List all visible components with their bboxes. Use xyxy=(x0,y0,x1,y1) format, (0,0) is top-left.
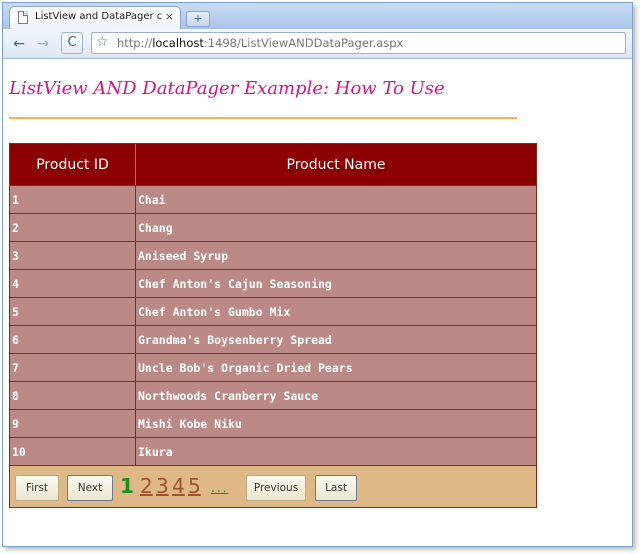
product-name-cell: Mishi Kobe Niku xyxy=(138,416,242,431)
more-pages-link[interactable]: ... xyxy=(211,481,228,495)
product-id-cell: 9 xyxy=(10,410,136,437)
product-id-cell: 2 xyxy=(10,214,136,241)
header-product-id: Product ID xyxy=(10,144,136,185)
product-id-cell: 1 xyxy=(10,186,136,213)
page-icon xyxy=(18,11,28,24)
product-listview: Product ID Product Name 1 Chai 2 Chang 3… xyxy=(9,143,537,508)
browser-window: ListView and DataPager co... × + ← → C ☆… xyxy=(2,2,633,547)
table-row: 10 Ikura xyxy=(10,437,536,465)
product-name-cell: Chai xyxy=(138,192,166,207)
product-name-cell: Northwoods Cranberry Sauce xyxy=(138,388,319,403)
table-row: 5 Chef Anton's Gumbo Mix xyxy=(10,297,536,325)
page-title: ListView AND DataPager Example: How To U… xyxy=(9,78,445,99)
product-id-cell: 4 xyxy=(10,270,136,297)
table-row: 4 Chef Anton's Cajun Seasoning xyxy=(10,269,536,297)
header-product-name: Product Name xyxy=(286,156,386,173)
page-link-3[interactable]: 3 xyxy=(156,474,169,498)
back-arrow-icon[interactable]: ← xyxy=(9,34,29,54)
url-text[interactable]: http://localhost:1498/ListViewANDDataPag… xyxy=(117,36,403,50)
star-icon[interactable]: ☆ xyxy=(96,34,109,50)
page-link-4[interactable]: 4 xyxy=(172,474,185,498)
next-page-button[interactable]: Next xyxy=(67,475,113,501)
url-scheme: http:// xyxy=(117,36,153,50)
table-row: 9 Mishi Kobe Niku xyxy=(10,409,536,437)
product-name-cell: Grandma's Boysenberry Spread xyxy=(138,332,332,347)
product-name-cell: Chang xyxy=(138,220,173,235)
page-link-2[interactable]: 2 xyxy=(140,474,153,498)
product-name-cell: Chef Anton's Gumbo Mix xyxy=(138,304,291,319)
current-page-number: 1 xyxy=(120,474,134,498)
table-row: 2 Chang xyxy=(10,213,536,241)
table-header: Product ID Product Name xyxy=(10,144,536,185)
product-id-cell: 7 xyxy=(10,354,136,381)
first-page-button[interactable]: First xyxy=(15,475,59,501)
product-id-cell: 6 xyxy=(10,326,136,353)
product-id-cell: 3 xyxy=(10,242,136,269)
product-name-cell: Uncle Bob's Organic Dried Pears xyxy=(138,360,353,375)
title-divider xyxy=(9,117,517,119)
browser-toolbar: ← → C ☆ http://localhost:1498/ListViewAN… xyxy=(3,29,632,59)
tab-strip: ListView and DataPager co... × + xyxy=(3,3,632,29)
product-name-cell: Chef Anton's Cajun Seasoning xyxy=(138,276,332,291)
url-host: localhost xyxy=(152,36,204,50)
product-id-cell: 10 xyxy=(10,438,136,465)
previous-page-button[interactable]: Previous xyxy=(246,475,306,501)
address-bar[interactable]: ☆ http://localhost:1498/ListViewANDDataP… xyxy=(91,32,626,54)
url-path: :1498/ListViewANDDataPager.aspx xyxy=(203,36,404,50)
tab-title: ListView and DataPager co... xyxy=(35,11,163,22)
table-row: 1 Chai xyxy=(10,185,536,213)
product-id-cell: 8 xyxy=(10,382,136,409)
table-row: 6 Grandma's Boysenberry Spread xyxy=(10,325,536,353)
table-row: 8 Northwoods Cranberry Sauce xyxy=(10,381,536,409)
forward-arrow-icon[interactable]: → xyxy=(33,34,53,54)
new-tab-button[interactable]: + xyxy=(186,11,210,27)
last-page-button[interactable]: Last xyxy=(315,475,357,501)
browser-tab[interactable]: ListView and DataPager co... × xyxy=(9,6,181,29)
product-name-cell: Aniseed Syrup xyxy=(138,248,229,263)
data-pager: First Next 1 2 3 4 5 ... Previous Last xyxy=(10,465,536,507)
product-name-cell: Ikura xyxy=(138,444,173,459)
page-content: ListView AND DataPager Example: How To U… xyxy=(3,59,632,546)
page-link-5[interactable]: 5 xyxy=(188,474,201,498)
table-row: 7 Uncle Bob's Organic Dried Pears xyxy=(10,353,536,381)
close-icon[interactable]: × xyxy=(165,10,174,23)
reload-icon[interactable]: C xyxy=(61,32,83,54)
table-row: 3 Aniseed Syrup xyxy=(10,241,536,269)
product-id-cell: 5 xyxy=(10,298,136,325)
